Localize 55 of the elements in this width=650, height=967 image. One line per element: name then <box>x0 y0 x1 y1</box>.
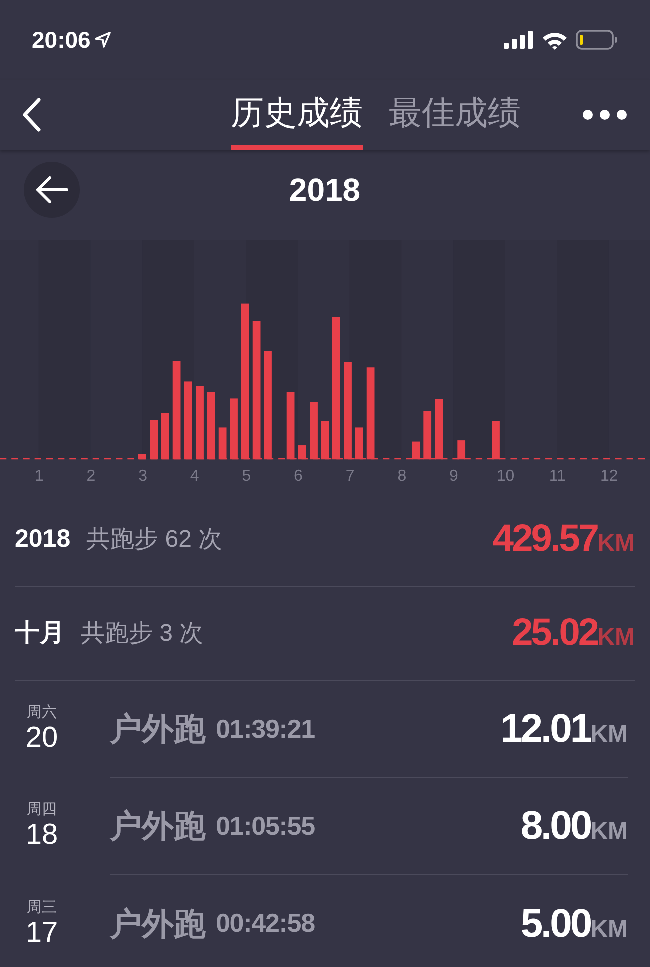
weekday-label: 周四 <box>27 801 57 819</box>
year-title: 2018 <box>289 171 361 210</box>
month-label: 12 <box>600 467 620 487</box>
month-label: 1 <box>34 467 45 487</box>
chart-bar <box>310 402 318 460</box>
distance: 8.00 <box>520 803 591 850</box>
total-distance: 429.57 <box>492 517 598 562</box>
back-icon[interactable] <box>22 98 42 132</box>
month-label: 10 <box>496 467 516 487</box>
chart-bar <box>424 411 432 460</box>
unit-label: KM <box>590 818 628 847</box>
status-time: 20:06 <box>32 26 91 55</box>
run-count: 共跑步 3 次 <box>81 618 204 648</box>
tab[interactable]: 历史成绩 <box>231 80 363 150</box>
month-label: 6 <box>293 467 304 487</box>
activity-type: 户外跑 <box>110 710 206 749</box>
period-label: 十月 <box>15 618 65 649</box>
activity-type: 户外跑 <box>110 904 206 944</box>
weekday-label: 周六 <box>27 704 57 722</box>
activity-type: 户外跑 <box>110 807 206 846</box>
month-label: 9 <box>448 467 460 487</box>
left-arrow-icon <box>35 176 69 204</box>
distance: 5.00 <box>520 900 591 948</box>
month-label: 8 <box>396 467 408 487</box>
month-label: 11 <box>548 467 567 487</box>
period-label: 2018 <box>15 524 71 555</box>
signal-icon <box>504 31 534 49</box>
location-arrow-icon <box>94 32 111 48</box>
distance: 12.01 <box>500 706 591 753</box>
day-number: 20 <box>26 722 58 754</box>
wifi-icon <box>542 30 568 50</box>
chart-bar <box>458 440 466 460</box>
chart-bar <box>230 398 238 460</box>
day-number: 18 <box>26 819 58 851</box>
month-label: 3 <box>138 467 148 487</box>
unit-label: KM <box>590 916 628 944</box>
month-label: 5 <box>241 467 252 487</box>
chart-bar <box>138 454 146 460</box>
total-distance: 25.02 <box>512 611 598 656</box>
month-label: 7 <box>344 467 356 487</box>
duration: 01:39:21 <box>216 712 315 746</box>
month-label: 4 <box>189 467 200 487</box>
day-number: 17 <box>26 916 58 948</box>
run-count: 共跑步 62 次 <box>86 524 223 554</box>
tab[interactable]: 最佳成绩 <box>389 80 521 150</box>
unit-label: KM <box>598 530 635 559</box>
battery-icon <box>576 30 618 50</box>
month-label: 2 <box>86 467 97 487</box>
weekday-label: 周三 <box>27 898 57 916</box>
more-icon[interactable] <box>582 109 628 121</box>
chart-bar <box>492 421 500 460</box>
duration: 01:05:55 <box>216 810 315 842</box>
unit-label: KM <box>598 624 635 653</box>
duration: 00:42:58 <box>216 907 315 940</box>
unit-label: KM <box>590 721 628 750</box>
